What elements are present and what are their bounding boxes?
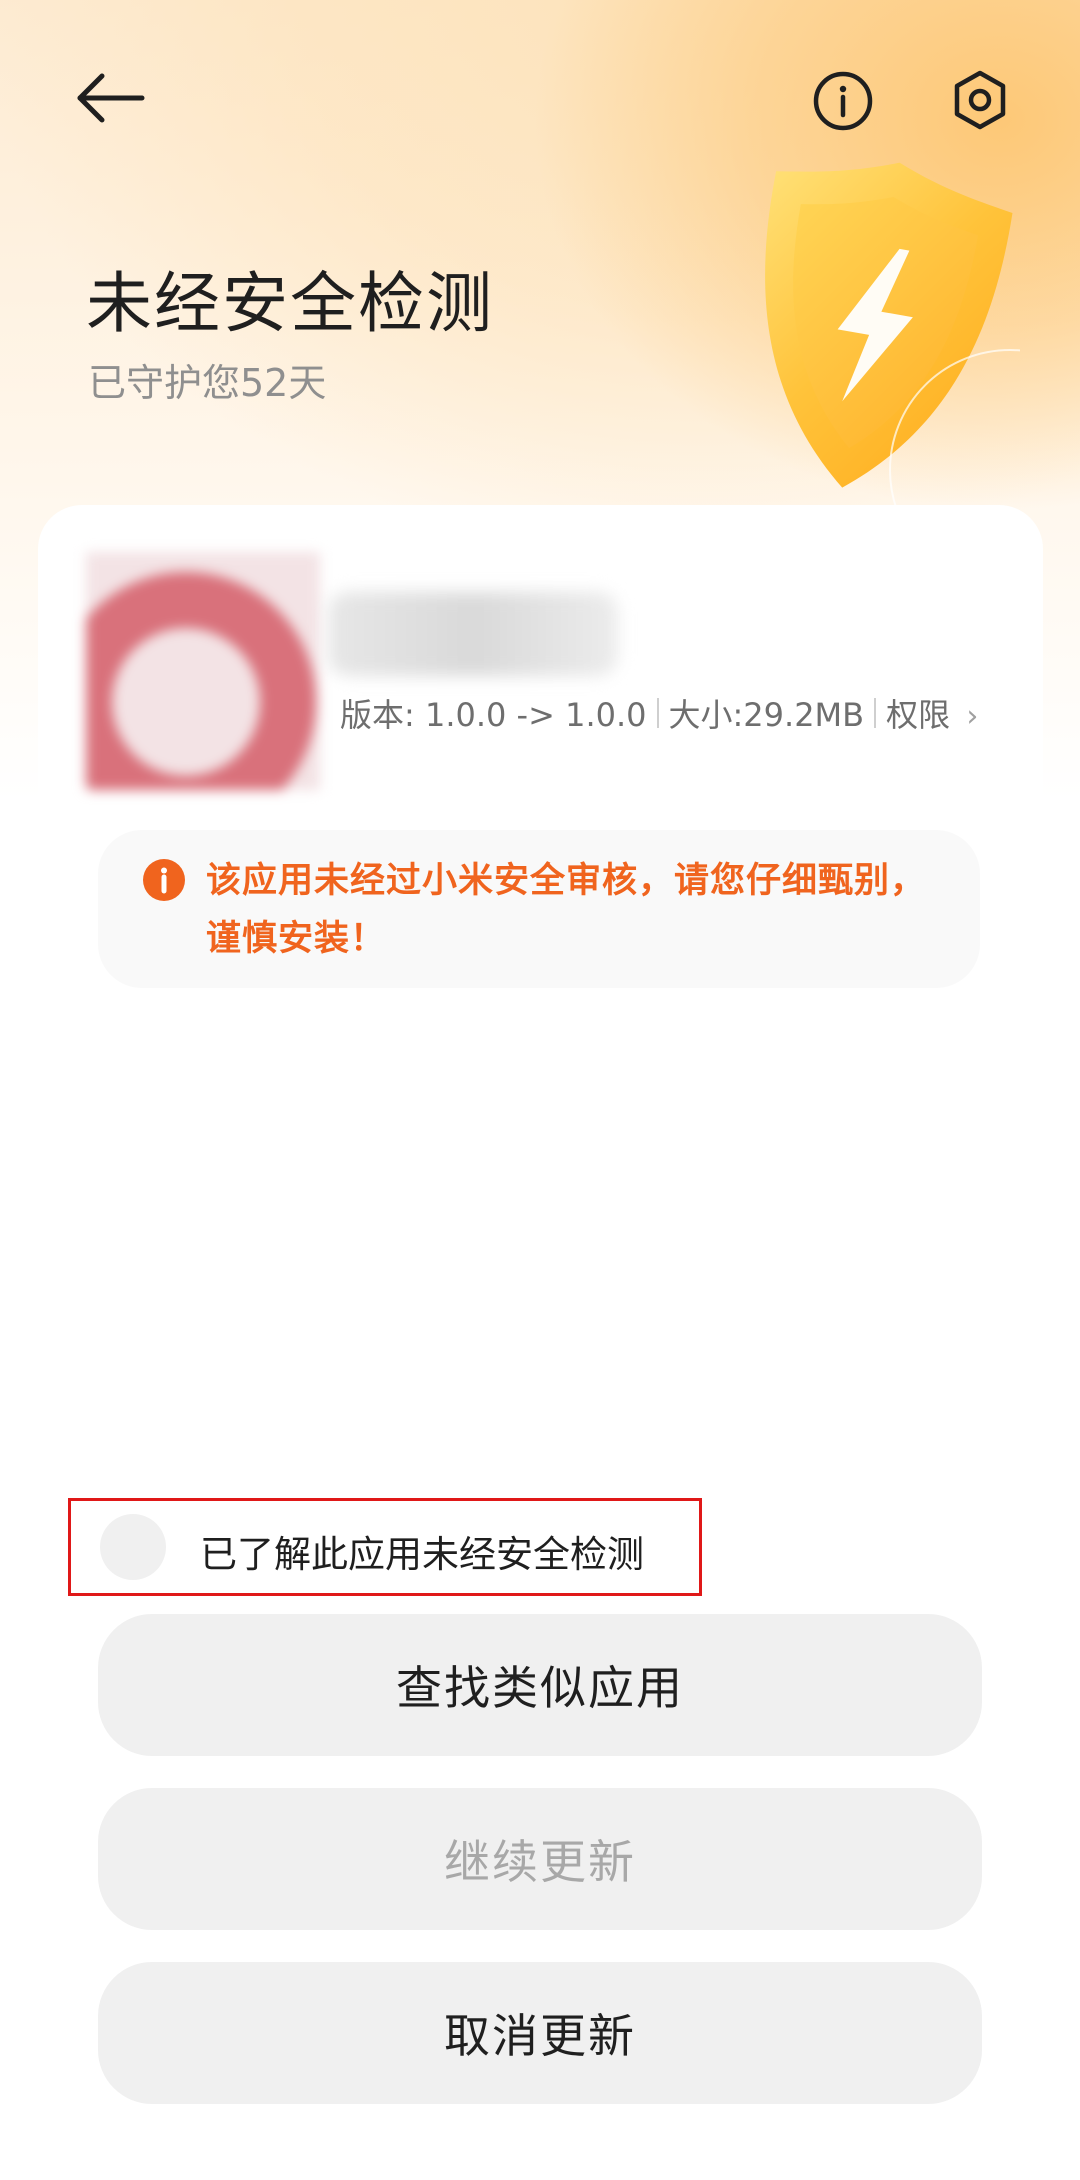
back-button[interactable] xyxy=(72,62,152,142)
settings-hexagon-icon xyxy=(954,70,1006,130)
app-version: 版本: 1.0.0 -> 1.0.0 xyxy=(340,696,647,734)
divider xyxy=(656,698,659,728)
cancel-update-button[interactable]: 取消更新 xyxy=(98,1962,982,2104)
warning-text: 该应用未经过小米安全审核，请您仔细甄别，谨慎安装！ xyxy=(206,861,927,959)
arrow-left-icon xyxy=(77,73,145,123)
app-meta: 版本: 1.0.0 -> 1.0.0 大小:29.2MB 权限 › xyxy=(340,690,978,736)
acknowledge-label[interactable]: 已了解此应用未经安全检测 xyxy=(200,1524,644,1578)
info-circle-icon xyxy=(813,71,873,131)
shield-lightning-icon xyxy=(720,150,1080,591)
protection-days: 已守护您52天 xyxy=(88,361,327,405)
chevron-right-icon: › xyxy=(966,699,979,734)
app-name xyxy=(328,592,618,676)
acknowledge-checkbox[interactable] xyxy=(100,1514,166,1580)
permissions-label: 权限 xyxy=(886,696,951,734)
app-icon xyxy=(86,552,320,790)
settings-button[interactable] xyxy=(948,68,1012,132)
find-similar-button[interactable]: 查找类似应用 xyxy=(98,1614,982,1756)
page-title: 未经安全检测 xyxy=(86,265,494,342)
divider xyxy=(874,698,877,728)
alert-icon xyxy=(142,858,186,902)
info-button[interactable] xyxy=(812,70,874,132)
app-size: 大小:29.2MB xyxy=(668,696,865,734)
continue-update-button[interactable]: 继续更新 xyxy=(98,1788,982,1930)
permissions-link[interactable]: 权限 › xyxy=(886,690,978,736)
